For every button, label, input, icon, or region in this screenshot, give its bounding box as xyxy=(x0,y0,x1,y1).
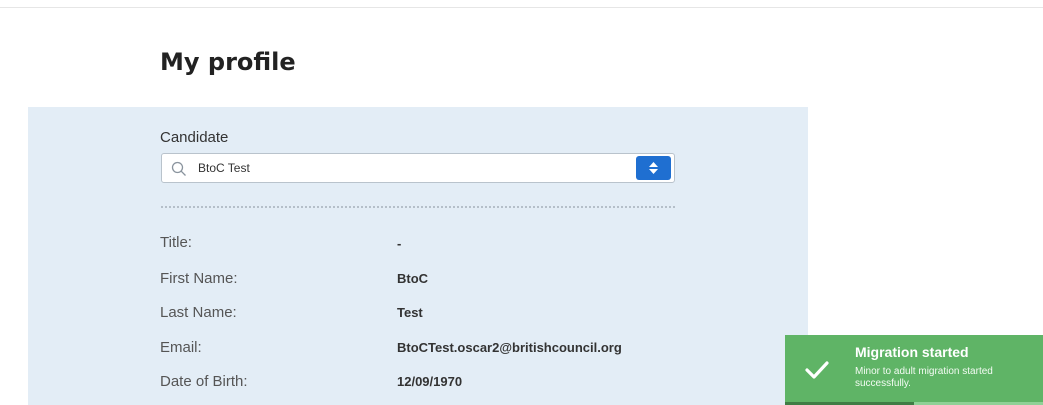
candidate-select-value: BtoC Test xyxy=(198,161,250,175)
candidate-label: Candidate xyxy=(160,129,229,146)
toast-notification[interactable]: Migration started Minor to adult migrati… xyxy=(785,335,1043,405)
title-label: Title: xyxy=(160,234,192,251)
first-name-value: BtoC xyxy=(397,271,429,286)
check-icon xyxy=(805,360,829,385)
title-value: - xyxy=(397,236,402,251)
dob-value: 12/09/1970 xyxy=(397,374,463,389)
dob-label: Date of Birth: xyxy=(160,373,248,390)
candidate-select[interactable]: BtoC Test xyxy=(161,153,675,183)
toast-title: Migration started xyxy=(855,344,969,360)
first-name-label: First Name: xyxy=(160,270,238,287)
header-divider xyxy=(0,7,1043,8)
email-label: Email: xyxy=(160,339,202,356)
profile-panel: Candidate BtoC Test Title: - First Name:… xyxy=(28,107,808,405)
toast-message: Minor to adult migration started success… xyxy=(855,366,993,389)
search-icon xyxy=(171,161,187,177)
email-value: BtoCTest.oscar2@britishcouncil.org xyxy=(397,340,622,355)
sort-arrows-icon xyxy=(649,162,658,174)
last-name-label: Last Name: xyxy=(160,304,237,321)
page-title: My profile xyxy=(160,48,296,76)
select-toggle-button[interactable] xyxy=(636,156,671,180)
last-name-value: Test xyxy=(397,305,423,320)
section-divider xyxy=(161,206,675,208)
